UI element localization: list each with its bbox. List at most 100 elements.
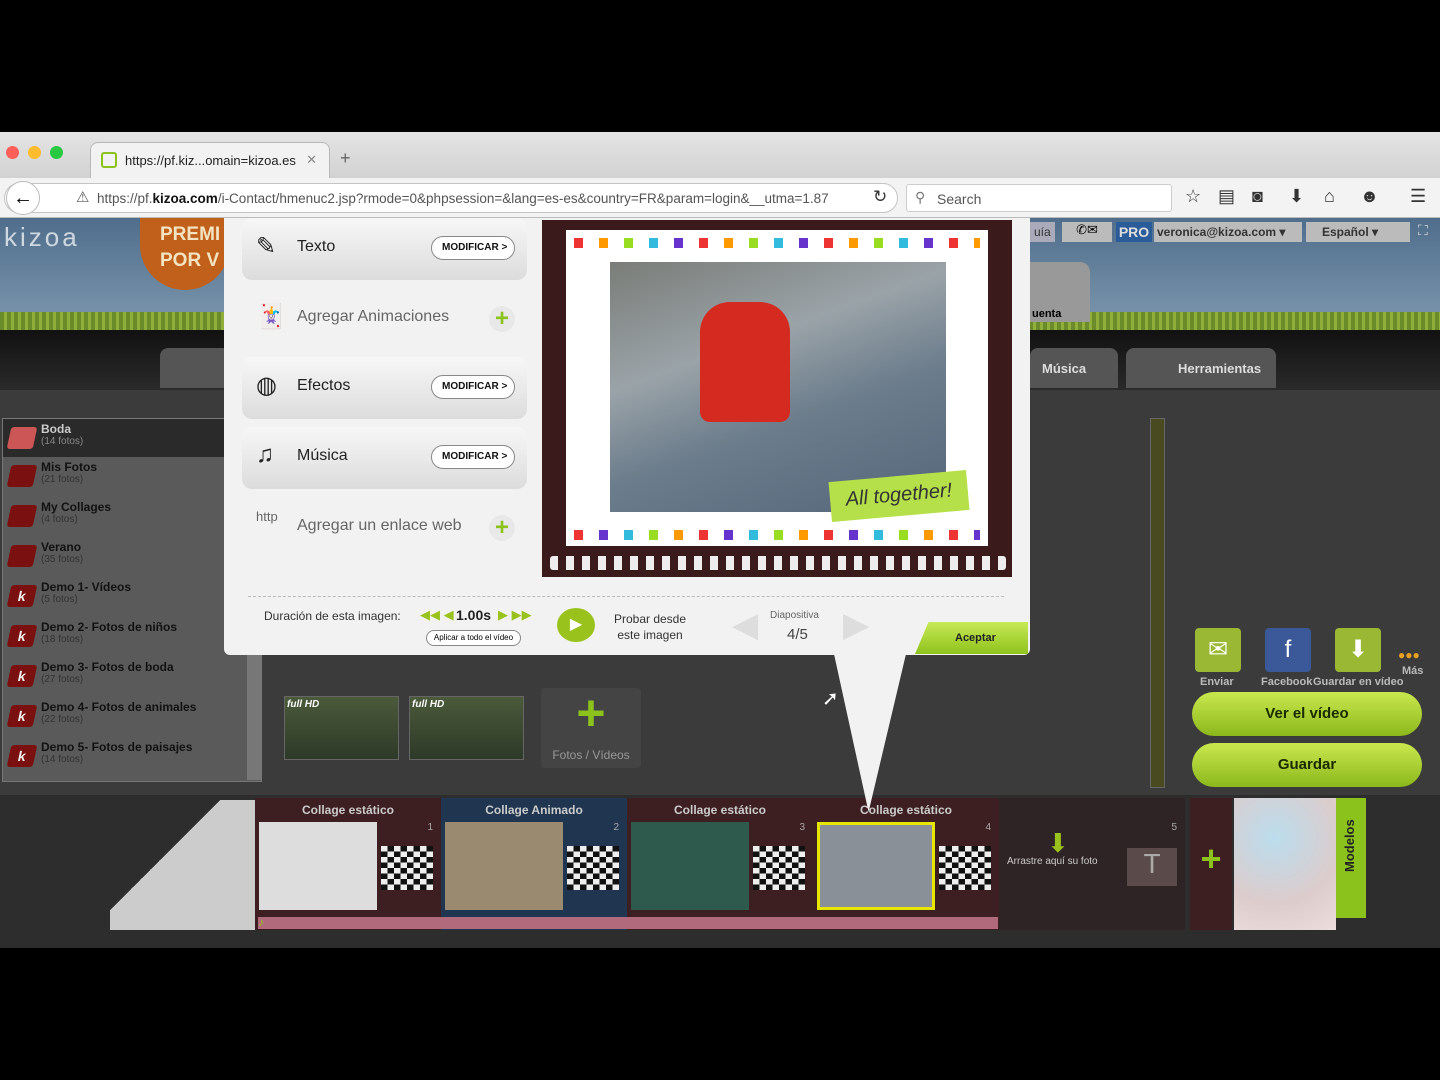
album-item[interactable]: k Demo 4- Fotos de animales (22 fotos): [3, 697, 261, 737]
timeline-slot[interactable]: Collage estático 3: [627, 798, 813, 930]
help-link[interactable]: uía: [1030, 222, 1055, 242]
menu-add-animations[interactable]: 🃏 Agregar Animaciones +: [242, 288, 527, 350]
new-tab-button[interactable]: +: [340, 148, 351, 169]
add-media-button[interactable]: + Fotos / Vídeos: [541, 688, 641, 768]
menu-text[interactable]: ✎ Texto MODIFICAR >: [242, 218, 527, 280]
tab-music[interactable]: Música: [1030, 348, 1118, 388]
download-video-icon[interactable]: ⬇: [1335, 628, 1381, 672]
modify-music-button[interactable]: MODIFICAR >: [431, 445, 515, 469]
slot-thumbnail[interactable]: [817, 822, 935, 910]
minimize-window-button[interactable]: [28, 146, 41, 159]
test-from-here-button[interactable]: Probar desde este imagen: [610, 611, 690, 643]
music-track[interactable]: [258, 917, 998, 929]
transition-icon[interactable]: [567, 846, 619, 890]
timeline-slot[interactable]: Collage estático 1: [255, 798, 441, 930]
album-item[interactable]: k Demo 3- Fotos de boda (27 fotos): [3, 657, 261, 697]
menu-add-link[interactable]: http Agregar un enlace web +: [242, 497, 527, 559]
chat-icon[interactable]: ☻: [1360, 186, 1379, 207]
slot-thumbnail[interactable]: [631, 822, 749, 910]
duration-value: 1.00s: [456, 607, 492, 623]
link-icon: http: [256, 509, 278, 524]
video-thumbnail[interactable]: full HD: [284, 696, 399, 760]
search-input[interactable]: ⚲ Search: [906, 184, 1172, 212]
accept-button[interactable]: Aceptar: [915, 622, 1028, 654]
sidebar-scrollbar[interactable]: [247, 655, 261, 780]
menu-effects[interactable]: ◍ Efectos MODIFICAR >: [242, 357, 527, 419]
kizoa-logo[interactable]: kizoa: [4, 222, 80, 253]
slot-title: Collage estático: [673, 803, 767, 817]
tab-photos[interactable]: [160, 348, 230, 388]
share-email-label[interactable]: Enviar: [1200, 676, 1234, 688]
tab-title: https://pf.kiz...omain=kizoa.es: [125, 153, 296, 168]
text-slide-icon[interactable]: T: [1127, 848, 1177, 886]
language-dropdown[interactable]: Español ▾: [1306, 222, 1410, 242]
add-slide-button[interactable]: +: [1190, 798, 1232, 930]
close-tab-icon[interactable]: ✕: [306, 152, 317, 168]
slot-number: 1: [427, 822, 433, 833]
apply-all-button[interactable]: Aplicar a todo el vídeo: [426, 630, 521, 646]
download-icon[interactable]: ⬇: [1289, 186, 1304, 207]
contact-icon[interactable]: ✆✉: [1062, 222, 1112, 242]
menu-icon[interactable]: ☰: [1410, 186, 1426, 207]
share-save-video-label[interactable]: Guardar en vídeo: [1313, 676, 1403, 688]
timeline-slot[interactable]: Collage Animado 2: [441, 798, 627, 930]
fullscreen-icon[interactable]: ⛶: [1418, 222, 1428, 239]
reading-list-icon[interactable]: ▤: [1218, 186, 1235, 207]
back-button[interactable]: ←: [6, 181, 40, 215]
previous-slide-button[interactable]: ◀: [732, 605, 758, 645]
tab-tools[interactable]: Herramientas: [1126, 348, 1276, 388]
album-item[interactable]: k Demo 2- Fotos de niños (18 fotos): [3, 617, 261, 657]
close-window-button[interactable]: [6, 146, 19, 159]
share-facebook-label[interactable]: Facebook: [1261, 676, 1312, 688]
album-item[interactable]: My Collages (4 fotos): [3, 497, 261, 537]
browser-tab[interactable]: https://pf.kiz...omain=kizoa.es ✕: [90, 142, 330, 178]
pocket-icon[interactable]: ◙: [1252, 186, 1263, 207]
duration-label: Duración de esta imagen:: [264, 609, 401, 623]
album-open-icon: [6, 427, 38, 449]
menu-music[interactable]: ♫ Música MODIFICAR >: [242, 427, 527, 489]
view-video-button[interactable]: Ver el vídeo: [1192, 692, 1422, 736]
save-button[interactable]: Guardar: [1192, 743, 1422, 787]
transition-icon[interactable]: [381, 846, 433, 890]
play-from-here-icon[interactable]: ▶: [557, 608, 595, 642]
album-item[interactable]: Boda (14 fotos): [3, 419, 261, 457]
more-icon[interactable]: ●●●: [1398, 648, 1420, 662]
timeline-slot-empty[interactable]: 5 ⬇ Arrastre aquí su foto T: [999, 798, 1185, 930]
add-link-button[interactable]: +: [489, 515, 515, 541]
warning-icon: ⚠: [76, 189, 90, 206]
transition-icon[interactable]: [753, 846, 805, 890]
slot-thumbnail[interactable]: [259, 822, 377, 910]
mouse-cursor: ➚: [822, 688, 839, 710]
modify-effects-button[interactable]: MODIFICAR >: [431, 375, 515, 399]
maximize-window-button[interactable]: [50, 146, 63, 159]
email-icon[interactable]: ✉: [1195, 628, 1241, 672]
timeline-slot-selected[interactable]: Collage estático 4: [813, 798, 999, 930]
decrease-duration-button[interactable]: ◀◀ ◀: [420, 607, 454, 623]
account-tab[interactable]: uenta: [1030, 262, 1090, 322]
menu-label: Música: [297, 447, 348, 464]
next-slide-button[interactable]: ▶: [843, 605, 869, 645]
album-item[interactable]: Mis Fotos (21 fotos): [3, 457, 261, 497]
workspace-scrollbar[interactable]: [1150, 418, 1165, 788]
album-item[interactable]: Verano (35 fotos): [3, 537, 261, 577]
increase-duration-button[interactable]: ▶ ▶▶: [498, 607, 532, 623]
album-item[interactable]: k Demo 1- Vídeos (5 fotos): [3, 577, 261, 617]
more-label[interactable]: Más: [1402, 665, 1423, 677]
kizoa-album-icon: k: [6, 705, 38, 727]
add-animation-button[interactable]: +: [489, 306, 515, 332]
url-bar[interactable]: https://pf.kizoa.com/i-Contact/hmenuc2.j…: [4, 183, 898, 213]
slot-thumbnail[interactable]: [445, 822, 563, 910]
album-item[interactable]: k Demo 5- Fotos de paisajes (14 fotos): [3, 737, 261, 777]
modify-text-button[interactable]: MODIFICAR >: [431, 236, 515, 260]
template-preview[interactable]: [1234, 798, 1336, 930]
transition-icon[interactable]: [939, 846, 991, 890]
bookmark-star-icon[interactable]: ☆: [1185, 186, 1201, 207]
video-thumbnail[interactable]: full HD: [409, 696, 524, 760]
home-icon[interactable]: ⌂: [1324, 186, 1335, 207]
facebook-icon[interactable]: f: [1265, 628, 1311, 672]
account-dropdown[interactable]: veronica@kizoa.com ▾: [1154, 222, 1302, 242]
drop-arrow-icon: ⬇: [1047, 828, 1069, 858]
album-name: Demo 4- Fotos de animales: [41, 700, 197, 714]
reload-button[interactable]: ↻: [873, 187, 887, 207]
models-tab[interactable]: Modelos: [1336, 798, 1366, 918]
